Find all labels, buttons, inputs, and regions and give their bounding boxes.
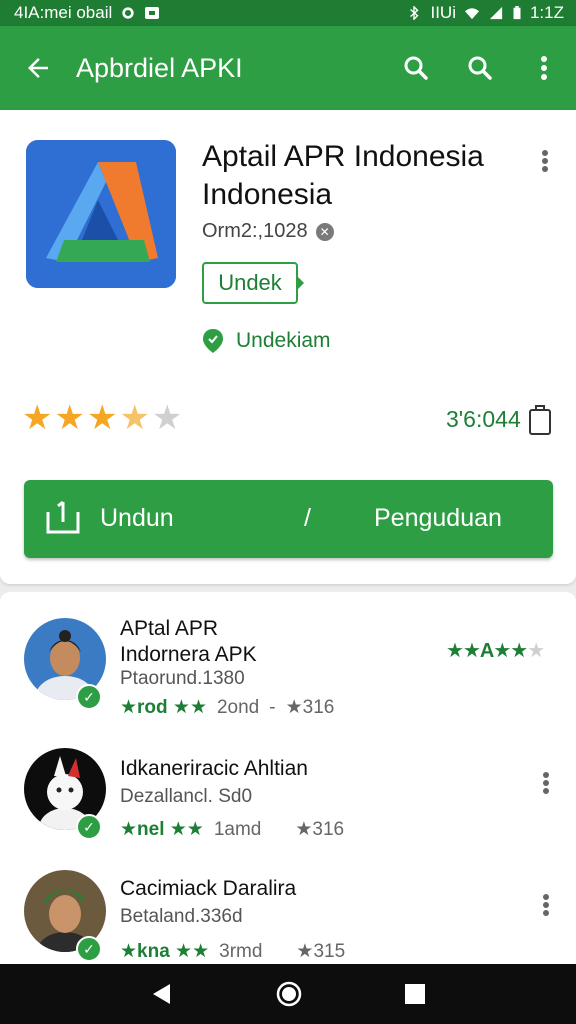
nav-recents-icon[interactable] <box>404 983 426 1005</box>
review-item[interactable]: ✓ Idkaneriracic Ahltian Dezallancl. Sd0 … <box>0 738 576 858</box>
review-stars-text: ★rod ★★ <box>120 697 207 718</box>
install-button[interactable]: Undun <box>100 504 174 533</box>
location-text: Undekiam <box>236 329 331 352</box>
star-half-icon: ★ <box>119 399 150 437</box>
search-icon <box>404 56 428 80</box>
rating-stars: ★ ★ ★ ★ ★ <box>22 400 182 436</box>
network-text: IIUi <box>430 3 456 22</box>
developer-name: Orm2:,1028 <box>202 220 308 242</box>
review-meta: ★nel ★★ 1amd ★316 <box>120 818 344 841</box>
more-vert-icon <box>541 56 547 80</box>
message-icon <box>145 7 160 19</box>
app-menu-button[interactable] <box>530 146 560 176</box>
settings-icon <box>122 7 134 19</box>
review-rating-stars: ★★A★★★ <box>446 638 545 663</box>
review-menu-button[interactable] <box>532 768 560 798</box>
navigation-bar <box>0 964 576 1024</box>
open-button[interactable]: Penguduan <box>374 504 502 533</box>
review-count: ★316 <box>295 819 345 840</box>
review-meta: ★kna ★★ 3rmd ★315 <box>120 940 345 963</box>
signal-icon <box>489 6 503 20</box>
back-arrow-icon <box>28 58 48 78</box>
review-title-line-1: APtal APR <box>120 617 219 640</box>
star-icon: ★ <box>86 399 118 437</box>
star-icon: A <box>479 640 494 662</box>
review-title-line-2: Indornera APK <box>120 643 257 666</box>
review-item[interactable]: ✓ APtal APR Indornera APK Ptaorund.1380 … <box>0 614 576 734</box>
nav-back-icon[interactable] <box>150 982 174 1006</box>
wifi-icon <box>464 8 479 20</box>
review-stars-text: ★kna ★★ <box>120 941 210 962</box>
download-icon <box>46 500 80 534</box>
back-button[interactable] <box>0 26 76 110</box>
app-detail-card: Aptail APR Indonesia Indonesia Orm2:,102… <box>0 110 576 584</box>
review-date: 2ond <box>216 696 260 718</box>
review-subtitle: Betaland.336d <box>120 906 243 927</box>
star-icon: ★ <box>510 640 528 662</box>
status-bar: 4IA:mei obail IIUi 1:1Z <box>0 0 576 26</box>
more-vert-icon <box>543 772 549 794</box>
nav-home-icon[interactable] <box>275 980 303 1008</box>
status-time: 1:1Z <box>529 3 564 22</box>
developer-line: Orm2:,1028 ✕ <box>202 220 334 243</box>
search-icon <box>468 56 492 80</box>
review-item[interactable]: ✓ Cacimiack Daralira Betaland.336d ★kna … <box>0 860 576 980</box>
review-title: Idkaneriracic Ahltian <box>120 757 308 780</box>
undek-arrow-icon <box>297 276 304 290</box>
review-date: 3rmd <box>219 940 263 962</box>
review-menu-button[interactable] <box>532 890 560 920</box>
verified-badge-icon: ✓ <box>76 814 102 840</box>
shopping-bag-icon[interactable] <box>528 402 552 436</box>
review-subtitle: Dezallancl. Sd0 <box>120 786 253 807</box>
app-icon[interactable] <box>26 140 176 288</box>
search-button[interactable] <box>384 26 448 110</box>
overflow-menu-button[interactable] <box>512 26 576 110</box>
verified-badge-icon: ✓ <box>76 684 102 710</box>
star-empty-icon: ★ <box>151 399 183 437</box>
review-count: ★316 <box>285 697 335 718</box>
star-icon: ★ <box>446 640 464 662</box>
star-icon: ★ <box>22 399 53 437</box>
location-line: Undekiam <box>202 328 331 354</box>
review-subtitle: Ptaorund.1380 <box>120 668 245 689</box>
review-meta: ★rod ★★ 2ond - ★316 <box>120 696 334 719</box>
install-separator: / <box>304 504 311 532</box>
status-left-text: 4IA:mei obail <box>14 3 113 22</box>
review-separator: - <box>269 696 276 718</box>
search-button-2[interactable] <box>448 26 512 110</box>
review-date: 1amd <box>213 818 262 840</box>
app-bar-title: Apbrdiel APKI <box>76 52 243 83</box>
install-bar: Undun / Penguduan <box>24 480 553 558</box>
more-vert-icon <box>542 150 548 172</box>
review-title: APtal APR Indornera APK <box>120 616 257 668</box>
star-icon: ★ <box>462 640 481 662</box>
star-empty-icon: ★ <box>527 640 545 662</box>
more-vert-icon <box>543 894 549 916</box>
app-title: Aptail APR Indonesia Indonesia <box>202 140 484 211</box>
verified-icon: ✕ <box>315 222 334 241</box>
verified-badge-icon: ✓ <box>76 936 102 962</box>
app-bar: Apbrdiel APKI <box>0 26 576 110</box>
review-count: ★315 <box>296 941 346 962</box>
reviews-card: ✓ APtal APR Indornera APK Ptaorund.1380 … <box>0 592 576 964</box>
undek-button[interactable]: Undek <box>202 262 298 304</box>
star-icon: ★ <box>493 640 511 662</box>
rating-count: 3'6:044 <box>446 406 521 432</box>
location-pin-icon <box>203 329 223 353</box>
review-stars-text: ★nel ★★ <box>120 819 204 840</box>
bluetooth-icon <box>410 6 419 20</box>
app-logo-icon <box>26 140 176 288</box>
review-title: Cacimiack Daralira <box>120 877 297 900</box>
battery-icon <box>513 6 521 20</box>
star-icon: ★ <box>54 399 85 437</box>
